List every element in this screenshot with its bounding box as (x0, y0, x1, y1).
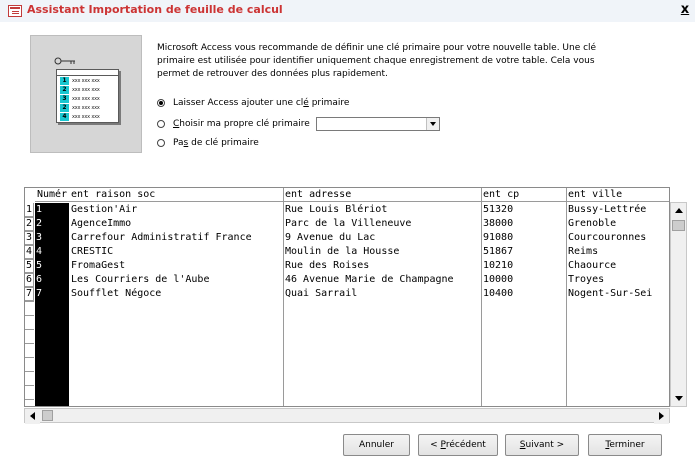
cell-ville: Courcouronnes (568, 232, 647, 243)
cell-adresse: Rue des Roises (285, 260, 370, 271)
column-header-raison-sociale[interactable]: ent raison soc (69, 188, 284, 202)
row-number[interactable]: 5 (25, 259, 34, 273)
cell-raison-sociale: Gestion'Air (71, 204, 138, 215)
column-header-cp[interactable]: ent cp (481, 188, 567, 202)
cell-numero: 2 (36, 218, 43, 229)
cell-cp: 51320 (483, 204, 514, 215)
illustration-row-text: xxx xxx xxx (72, 105, 100, 111)
cell-raison-sociale: FromaGest (71, 260, 126, 271)
title-bar: Assistant Importation de feuille de calc… (0, 0, 695, 22)
radio-auto-primary-key[interactable] (157, 99, 165, 107)
cell-numero: 4 (36, 246, 43, 257)
horizontal-scroll-thumb[interactable] (42, 410, 53, 421)
row-number[interactable]: 6 (25, 273, 34, 287)
illustration-row: 2 xxx xxx xxx (57, 85, 118, 94)
scroll-down-icon[interactable] (671, 391, 686, 406)
scroll-left-icon[interactable] (25, 409, 40, 424)
close-button[interactable]: x (678, 2, 692, 18)
cell-adresse: Moulin de la Housse (285, 246, 400, 257)
radio-own-primary-key[interactable] (157, 120, 165, 128)
option-auto-primary-key-label: Laisser Access ajouter une clé primaire (173, 98, 350, 108)
cell-cp: 10400 (483, 288, 514, 299)
cell-numero: 7 (36, 288, 43, 299)
illustration-row-text: xxx xxx xxx (72, 114, 100, 120)
cancel-button[interactable]: Annuler (343, 434, 410, 456)
cell-cp: 38000 (483, 218, 514, 229)
table-icon: 1 xxx xxx xxx 2 xxx xxx xxx 3 xxx xxx xx… (56, 69, 119, 123)
cell-ville: Grenoble (568, 218, 617, 229)
cell-adresse: Parc de la Villeneuve (285, 218, 412, 229)
cell-numero: 1 (36, 204, 43, 215)
next-button[interactable]: Suivant > (505, 434, 579, 456)
column-header-numero[interactable]: Numér (35, 188, 70, 202)
illustration-row-text: xxx xxx xxx (72, 96, 100, 102)
illustration-row-text: xxx xxx xxx (72, 87, 100, 93)
cell-raison-sociale: Carrefour Administratif France (71, 232, 252, 243)
cell-adresse: Rue Louis Blériot (285, 204, 388, 215)
form-icon (8, 5, 22, 17)
key-icon (54, 57, 75, 65)
row-number[interactable]: 7 (25, 287, 34, 301)
illustration-row-number: 4 (60, 113, 69, 121)
scroll-right-icon[interactable] (654, 409, 669, 424)
illustration-row: 3 xxx xxx xxx (57, 94, 118, 103)
cell-raison-sociale: Soufflet Négoce (71, 288, 162, 299)
cell-raison-sociale: AgenceImmo (71, 218, 132, 229)
cell-numero: 5 (36, 260, 43, 271)
column-header-ville[interactable]: ent ville (566, 188, 669, 202)
primary-key-field-select[interactable] (316, 117, 440, 131)
finish-button[interactable]: Terminer (588, 434, 662, 456)
cell-cp: 10000 (483, 274, 514, 285)
vertical-scroll-thumb[interactable] (672, 220, 685, 231)
cell-numero: 6 (36, 274, 43, 285)
data-preview-grid[interactable]: Numér ent raison soc ent adresse ent cp … (24, 187, 670, 407)
column-header-adresse[interactable]: ent adresse (283, 188, 482, 202)
illustration-row-number: 2 (60, 104, 69, 112)
cell-adresse: 46 Avenue Marie de Champagne (285, 274, 454, 285)
info-text: Microsoft Access vous recommande de défi… (157, 43, 597, 79)
chevron-down-icon[interactable] (426, 118, 439, 130)
illustration-row: 4 xxx xxx xxx (57, 112, 118, 121)
cell-numero: 3 (36, 232, 43, 243)
cell-ville: Bussy-Lettrée (568, 204, 647, 215)
illustration-row-text: xxx xxx xxx (72, 78, 100, 84)
cell-adresse: 9 Avenue du Lac (285, 232, 376, 243)
horizontal-scrollbar[interactable] (24, 408, 670, 424)
row-number[interactable]: 2 (25, 217, 34, 231)
radio-no-primary-key[interactable] (157, 139, 165, 147)
cell-raison-sociale: Les Courriers de l'Aube (71, 274, 210, 285)
option-own-primary-key-label: Choisir ma propre clé primaire (173, 119, 310, 129)
window-title: Assistant Importation de feuille de calc… (27, 3, 283, 16)
option-no-primary-key-label: Pas de clé primaire (173, 138, 259, 148)
row-number[interactable]: 3 (25, 231, 34, 245)
illustration-row: 1 xxx xxx xxx (57, 76, 118, 85)
cell-adresse: Quai Sarrail (285, 288, 358, 299)
previous-button[interactable]: < Précédent (418, 434, 498, 456)
cell-cp: 91080 (483, 232, 514, 243)
cell-ville: Nogent-Sur-Sei (568, 288, 653, 299)
vertical-scrollbar[interactable] (670, 202, 687, 407)
row-number[interactable]: 4 (25, 245, 34, 259)
cell-cp: 10210 (483, 260, 514, 271)
cell-ville: Reims (568, 246, 599, 257)
illustration-row-number: 3 (60, 95, 69, 103)
row-number[interactable]: 1 (25, 203, 34, 217)
illustration-row-number: 2 (60, 86, 69, 94)
cell-ville: Chaource (568, 260, 617, 271)
illustration-row: 2 xxx xxx xxx (57, 103, 118, 112)
cell-raison-sociale: CRESTIC (71, 246, 114, 257)
primary-key-illustration: 1 xxx xxx xxx 2 xxx xxx xxx 3 xxx xxx xx… (30, 35, 142, 153)
cell-cp: 51867 (483, 246, 514, 257)
cell-ville: Troyes (568, 274, 605, 285)
illustration-row-number: 1 (60, 77, 69, 85)
scroll-up-icon[interactable] (671, 203, 686, 218)
